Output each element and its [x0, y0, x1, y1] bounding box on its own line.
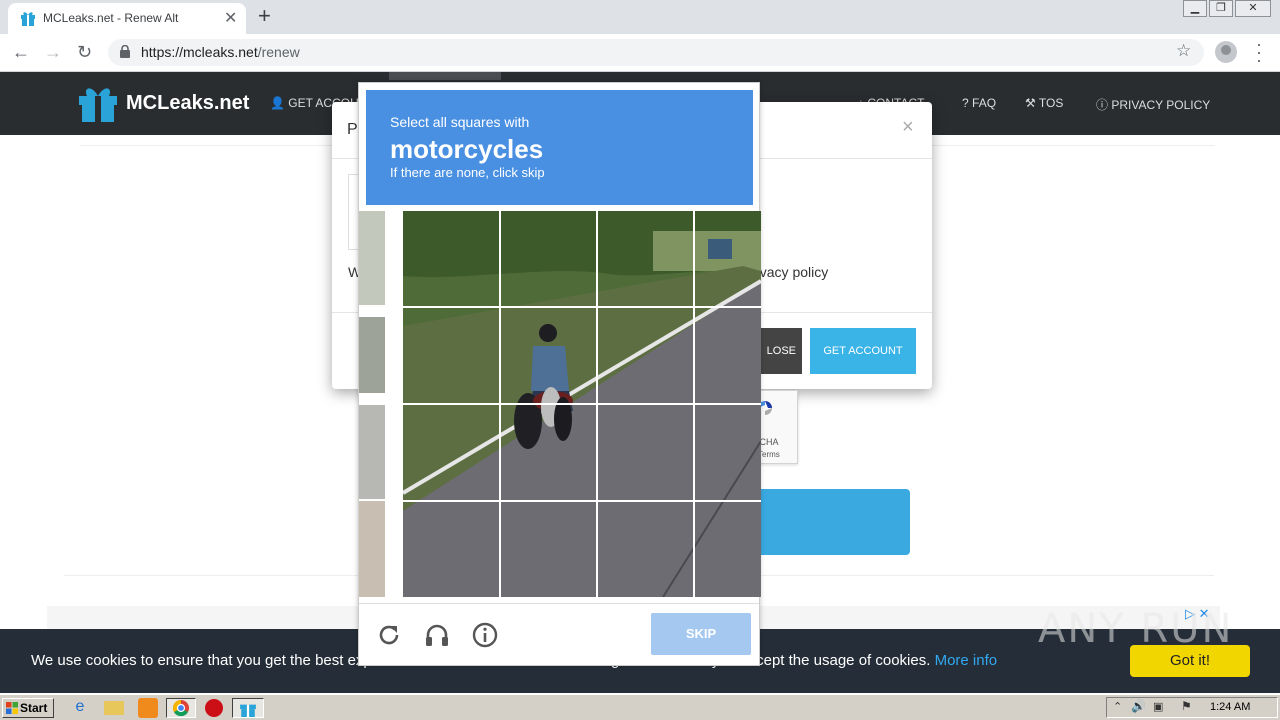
browser-tab[interactable]: MCLeaks.net - Renew Alt ✕	[8, 3, 246, 34]
tab-title: MCLeaks.net - Renew Alt	[43, 11, 179, 25]
site-logo-text[interactable]: MCLeaks.net	[126, 92, 249, 115]
captcha-instruction-post: If there are none, click skip	[390, 165, 545, 180]
captcha-tile[interactable]	[598, 211, 693, 306]
system-tray: ⌃ 🔊 ▣ ⚑ 1:24 AM	[1106, 697, 1278, 718]
mcleaks-taskbar-button[interactable]	[232, 698, 264, 718]
captcha-target-word: motorcycles	[390, 134, 544, 164]
captcha-tile[interactable]	[598, 308, 693, 403]
modal-close-icon[interactable]: ×	[902, 116, 914, 139]
info-icon[interactable]	[471, 621, 499, 649]
taskbar-clock[interactable]: 1:24 AM	[1210, 701, 1250, 713]
url-host: https://mcleaks.net	[141, 44, 258, 60]
cookie-more-info-link[interactable]: More info	[935, 652, 998, 669]
recaptcha-terms-link[interactable]: Terms	[758, 450, 780, 459]
windows-flag-icon	[6, 702, 18, 714]
captcha-image-grid	[403, 211, 761, 597]
bookmark-star-icon[interactable]: ☆	[1176, 41, 1191, 61]
lock-icon	[120, 45, 130, 58]
captcha-instructions: Select all squares with motorcycles If t…	[366, 90, 753, 205]
address-bar[interactable]: https://mcleaks.net/renew ☆	[108, 39, 1204, 66]
nav-faq-label: FAQ	[972, 96, 997, 110]
modal-close-button[interactable]: LOSE	[758, 328, 802, 374]
minimize-button[interactable]: ▁	[1183, 0, 1207, 17]
reload-page-icon[interactable]: ↻	[77, 42, 92, 63]
captcha-tile[interactable]	[501, 211, 596, 306]
gift-icon	[240, 704, 256, 717]
captcha-tile[interactable]	[501, 502, 596, 597]
modal-title: P	[347, 121, 358, 138]
nav-faq[interactable]: ? FAQ	[962, 96, 996, 110]
url-path: /renew	[257, 44, 300, 60]
close-window-button[interactable]: ✕	[1235, 0, 1271, 17]
start-label: Start	[20, 701, 48, 715]
captcha-tile[interactable]	[403, 308, 499, 403]
tab-close-icon[interactable]: ✕	[224, 8, 237, 28]
reload-icon[interactable]	[375, 621, 403, 649]
nav-tos[interactable]: ⚒ TOS	[1025, 96, 1063, 110]
captcha-tile[interactable]	[501, 405, 596, 500]
page-action-button[interactable]	[748, 489, 910, 555]
nav-tos-label: TOS	[1038, 96, 1064, 110]
captcha-skip-button[interactable]: SKIP	[651, 613, 751, 655]
captcha-tile[interactable]	[695, 405, 761, 500]
get-account-button[interactable]: GET ACCOUNT	[810, 328, 916, 374]
gavel-icon: ⚒	[1025, 96, 1036, 110]
volume-icon[interactable]: 🔊	[1131, 699, 1146, 713]
anyrun-watermark: ANY RUN	[1038, 606, 1234, 652]
nav-privacy-label: PRIVACY POLICY	[1111, 98, 1211, 112]
tray-expand-icon[interactable]: ⌃	[1113, 700, 1122, 713]
chrome-taskbar-button[interactable]	[166, 698, 196, 718]
captcha-tile[interactable]	[695, 502, 761, 597]
media-player-icon[interactable]	[138, 698, 158, 718]
privacy-policy-text[interactable]: rivacy policy	[752, 264, 828, 280]
captcha-tile[interactable]	[695, 211, 761, 306]
chrome-icon	[172, 699, 189, 717]
captcha-challenge: Select all squares with motorcycles If t…	[358, 82, 761, 666]
question-icon: ?	[962, 96, 969, 110]
opera-icon[interactable]	[205, 699, 223, 717]
new-tab-button[interactable]: +	[258, 3, 271, 29]
url-text: https://mcleaks.net/renew	[141, 44, 300, 60]
gift-favicon-icon	[21, 12, 35, 26]
nav-active-indicator	[389, 72, 501, 80]
file-explorer-icon[interactable]	[104, 701, 124, 715]
captcha-tile[interactable]	[403, 405, 499, 500]
captcha-tile[interactable]	[403, 211, 499, 306]
captcha-tile[interactable]	[403, 502, 499, 597]
forward-arrow-icon[interactable]: →	[44, 42, 62, 63]
captcha-next-image-peek	[359, 211, 385, 597]
restore-button[interactable]: ❐	[1209, 0, 1233, 17]
action-center-flag-icon[interactable]: ⚑	[1181, 699, 1192, 713]
internet-explorer-icon[interactable]: e	[70, 698, 90, 718]
audio-icon[interactable]	[423, 621, 451, 649]
info-circle-icon: ⓘ	[1096, 98, 1109, 112]
captcha-footer-divider	[359, 603, 759, 604]
back-arrow-icon[interactable]: ←	[12, 42, 30, 63]
nav-privacy[interactable]: ⓘ PRIVACY POLICY	[1096, 96, 1210, 113]
captcha-tile[interactable]	[501, 308, 596, 403]
menu-kebab-icon[interactable]: · · ·	[1256, 35, 1262, 69]
windows-taskbar: Start e ⌃ 🔊 ▣ ⚑ 1:24 AM	[0, 694, 1280, 720]
captcha-tile[interactable]	[598, 405, 693, 500]
network-icon[interactable]: ▣	[1153, 700, 1163, 713]
profile-avatar-icon[interactable]	[1215, 41, 1237, 63]
add-user-icon: 👤	[270, 96, 285, 110]
start-button[interactable]: Start	[2, 698, 54, 718]
captcha-instruction-pre: Select all squares with	[390, 114, 530, 130]
captcha-tile[interactable]	[598, 502, 693, 597]
captcha-tile[interactable]	[695, 308, 761, 403]
gift-logo-icon[interactable]	[77, 84, 119, 122]
